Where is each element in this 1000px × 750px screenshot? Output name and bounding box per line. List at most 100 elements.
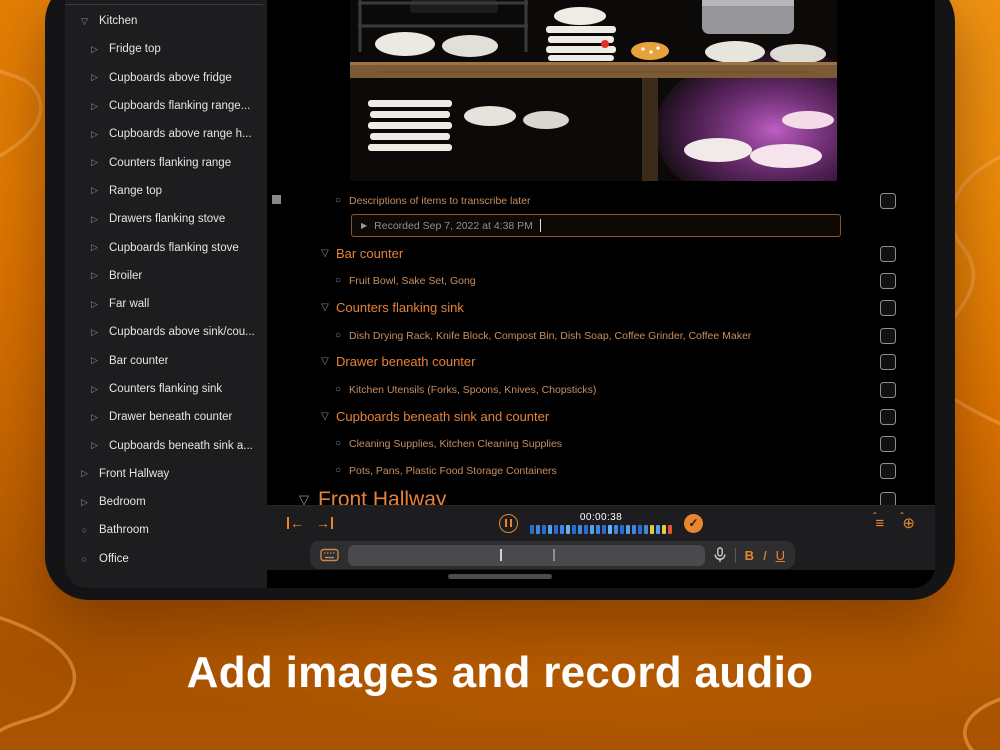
row-text: Drawer beneath counter [336, 354, 476, 369]
caret-icon: ˆ [900, 511, 904, 523]
kitchen-photo-illustration [350, 0, 895, 210]
note-lines-icon: ≡ [875, 514, 885, 532]
outline-row[interactable]: ▽ Cupboards beneath sink and counter [267, 403, 896, 430]
sidebar-item-office[interactable]: ○ Office [65, 545, 267, 573]
sidebar-item-bathroom[interactable]: ○ Bathroom [65, 516, 267, 544]
row-bullet-icon[interactable]: ○ [331, 330, 345, 341]
status-checkbox[interactable] [880, 408, 896, 425]
outline-row[interactable]: ○ Kitchen Utensils (Forks, Spoons, Knive… [267, 376, 896, 403]
status-checkbox[interactable] [880, 272, 896, 289]
outline-row[interactable]: ▽ Counters flanking sink [267, 294, 896, 321]
disclosure-closed-icon[interactable]: ▷ [88, 299, 101, 310]
play-icon[interactable]: ▶ [361, 221, 367, 230]
text-input[interactable] [348, 544, 705, 566]
outline-row[interactable]: ○ Descriptions of items to transcribe la… [267, 187, 896, 214]
outline-row[interactable]: ○ Pots, Pans, Plastic Food Storage Conta… [267, 457, 896, 484]
disclosure-closed-icon[interactable]: ▷ [88, 355, 101, 366]
sidebar-item-bedroom[interactable]: ▷ Bedroom [65, 488, 267, 516]
disclosure-open-icon[interactable]: ▽ [78, 16, 91, 27]
status-checkbox[interactable] [880, 353, 896, 370]
indent-button[interactable]: → [316, 515, 333, 531]
disclosure-closed-icon[interactable]: ▷ [88, 242, 101, 253]
disclosure-closed-icon[interactable]: ▷ [88, 185, 101, 196]
sidebar-item-fridge-top[interactable]: ▷ Fridge top [65, 35, 267, 63]
bold-button[interactable]: B [745, 548, 754, 563]
sidebar-item-label: Broiler [109, 269, 143, 282]
sidebar-divider [65, 4, 263, 5]
row-bullet-icon[interactable]: ○ [331, 275, 345, 286]
sidebar-item-front-hallway[interactable]: ▷ Front Hallway [65, 460, 267, 488]
add-icon: ⊕ [902, 515, 915, 532]
status-checkbox[interactable] [880, 245, 896, 262]
disclosure-closed-icon[interactable]: ▷ [88, 129, 101, 140]
sidebar-item-label: Office [99, 552, 129, 565]
sidebar-item-cupboards-flanking-range[interactable]: ▷ Cupboards flanking range... [65, 92, 267, 120]
sidebar-item-broiler[interactable]: ▷ Broiler [65, 262, 267, 290]
sidebar-item-counters-flanking-range[interactable]: ▷ Counters flanking range [65, 148, 267, 176]
keyboard-icon[interactable] [320, 548, 339, 562]
disclosure-closed-icon[interactable]: ▷ [88, 72, 101, 83]
kitchen-photo-attachment[interactable] [350, 0, 895, 210]
outline-row[interactable]: ○ Fruit Bowl, Sake Set, Gong [267, 267, 896, 294]
finish-recording-button[interactable]: ✓ [684, 513, 703, 533]
row-bullet-icon[interactable]: ○ [331, 195, 345, 206]
row-text: Cupboards beneath sink and counter [336, 409, 550, 424]
disclosure-closed-icon[interactable]: ▷ [88, 157, 101, 168]
disclosure-closed-icon[interactable]: ▷ [88, 440, 101, 451]
status-checkbox[interactable] [880, 435, 896, 452]
status-checkbox[interactable] [880, 381, 896, 398]
status-checkbox[interactable] [880, 192, 896, 209]
outline-row[interactable]: ○ Cleaning Supplies, Kitchen Cleaning Su… [267, 430, 896, 457]
disclosure-closed-icon[interactable]: ▷ [88, 384, 101, 395]
disclosure-closed-icon[interactable]: ▷ [88, 214, 101, 225]
disclosure-closed-icon[interactable]: ▷ [88, 101, 101, 112]
pause-recording-button[interactable] [499, 513, 518, 533]
format-divider [734, 547, 736, 563]
sidebar-item-cupboards-flanking-stove[interactable]: ▷ Cupboards flanking stove [65, 233, 267, 261]
outline-row[interactable]: ▽ Bar counter [267, 240, 896, 267]
disclosure-open-icon[interactable]: ▽ [318, 356, 332, 367]
disclosure-closed-icon[interactable]: ▷ [88, 270, 101, 281]
recording-time: 00:00:38 [579, 512, 623, 523]
expand-note-button[interactable]: ˆ ≡ [873, 512, 885, 532]
status-checkbox[interactable] [880, 462, 896, 479]
sidebar-item-label: Counters flanking sink [109, 383, 223, 395]
sidebar-item-drawer-beneath-counter[interactable]: ▷ Drawer beneath counter [65, 403, 267, 431]
row-text: Bar counter [336, 246, 404, 261]
sidebar-item-range-top[interactable]: ▷ Range top [65, 177, 267, 205]
sidebar-item-kitchen[interactable]: ▽ Kitchen [65, 7, 267, 35]
disclosure-closed-icon[interactable]: ▷ [78, 468, 91, 479]
sidebar-item-drawers-flanking-stove[interactable]: ▷ Drawers flanking stove [65, 205, 267, 233]
status-checkbox[interactable] [880, 299, 896, 316]
sidebar-item-cupboards-beneath-sink[interactable]: ▷ Cupboards beneath sink a... [65, 431, 267, 459]
outline-row[interactable]: ○ Dish Drying Rack, Knife Block, Compost… [267, 322, 896, 349]
text-entry-bar: B I U [267, 540, 935, 570]
sidebar-item-cupboards-above-range[interactable]: ▷ Cupboards above range h... [65, 120, 267, 148]
sidebar-item-bar-counter[interactable]: ▷ Bar counter [65, 347, 267, 375]
disclosure-open-icon[interactable]: ▽ [318, 248, 332, 259]
sidebar-item-counters-flanking-sink[interactable]: ▷ Counters flanking sink [65, 375, 267, 403]
marketing-caption: Add images and record audio [186, 648, 814, 697]
status-checkbox[interactable] [880, 327, 896, 344]
outline-row[interactable]: ▽ Drawer beneath counter [267, 348, 896, 375]
sidebar-item-cupboards-above-sink[interactable]: ▷ Cupboards above sink/cou... [65, 318, 267, 346]
audio-level-meter [530, 525, 672, 534]
row-bullet-icon[interactable]: ○ [331, 438, 345, 449]
sidebar-item-cupboards-above-fridge[interactable]: ▷ Cupboards above fridge [65, 64, 267, 92]
outdent-button[interactable]: ← [287, 515, 304, 531]
sidebar-item-far-wall[interactable]: ▷ Far wall [65, 290, 267, 318]
row-bullet-icon[interactable]: ○ [331, 384, 345, 395]
disclosure-open-icon[interactable]: ▽ [318, 411, 332, 422]
home-indicator[interactable] [448, 574, 552, 579]
disclosure-closed-icon[interactable]: ▷ [88, 412, 101, 423]
microphone-icon[interactable] [714, 547, 726, 563]
row-bullet-icon[interactable]: ○ [331, 465, 345, 476]
disclosure-open-icon[interactable]: ▽ [318, 302, 332, 313]
italic-button[interactable]: I [763, 548, 767, 563]
underline-button[interactable]: U [776, 548, 785, 563]
audio-attachment[interactable]: ▶ Recorded Sep 7, 2022 at 4:38 PM [351, 214, 841, 237]
add-row-button[interactable]: ˆ ⊕ [900, 511, 915, 533]
disclosure-closed-icon[interactable]: ▷ [78, 497, 91, 508]
disclosure-closed-icon[interactable]: ▷ [88, 44, 101, 55]
disclosure-closed-icon[interactable]: ▷ [88, 327, 101, 338]
